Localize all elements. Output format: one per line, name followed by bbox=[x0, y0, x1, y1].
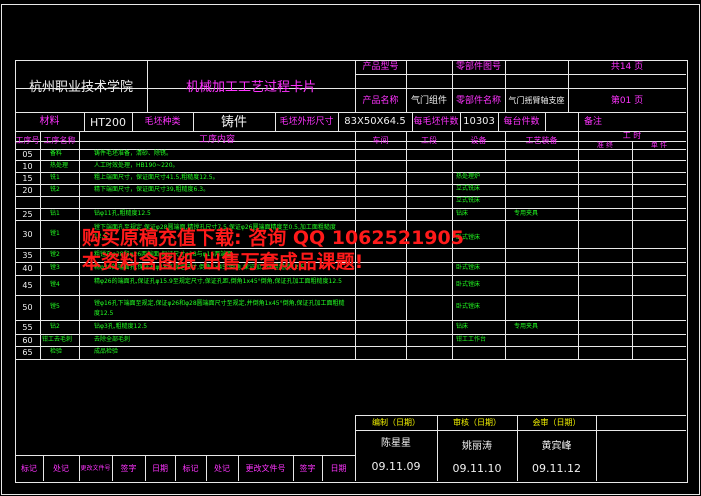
row-content: 成品检验 bbox=[94, 348, 119, 355]
per-blank-value: 10303 bbox=[463, 116, 495, 127]
row-name: 检验 bbox=[50, 348, 63, 355]
sign-label: 会审（日期） bbox=[532, 418, 581, 427]
part-name-label: 零部件名称 bbox=[455, 95, 501, 106]
reviewer-name: 姚丽涛 bbox=[462, 441, 492, 452]
material-value: HT200 bbox=[90, 115, 126, 129]
row-name: 钻1 bbox=[50, 210, 60, 217]
product-name-label: 产品名称 bbox=[362, 95, 399, 106]
row-no: 40 bbox=[22, 264, 33, 273]
col-hours: 工 时 bbox=[622, 131, 642, 140]
watermark-line-1: 购买原稿充值下载: 咨询 QQ 1062521905 bbox=[82, 227, 464, 249]
row-name: 镗5 bbox=[50, 303, 60, 310]
row-no: 30 bbox=[22, 229, 33, 239]
row-name: 镗2 bbox=[50, 251, 60, 258]
compile-label: 编制（日期） bbox=[372, 418, 420, 427]
row-name: 热处理 bbox=[50, 162, 69, 169]
row-no: 60 bbox=[22, 335, 33, 345]
school-name: 杭州职业技术学院 bbox=[28, 79, 133, 95]
row-name: 铣1 bbox=[50, 174, 60, 181]
compile-date: 09.11.09 bbox=[371, 459, 421, 473]
footer-mark: 标记 bbox=[21, 464, 37, 473]
row-name: 铣2 bbox=[50, 186, 60, 193]
footer-sign: 签字 bbox=[120, 464, 137, 473]
row-equipment: 卧式镗床 bbox=[456, 303, 481, 310]
footer-place-2: 处记 bbox=[214, 464, 230, 473]
row-equipment: 钳工工作台 bbox=[456, 336, 487, 343]
row-name: 备料 bbox=[50, 150, 63, 157]
row-content: 精下端面尺寸，保证面尺寸39,粗糙度6.3。 bbox=[94, 186, 210, 193]
row-no: 50 bbox=[22, 303, 33, 312]
blank-type-value: 铸件 bbox=[220, 114, 247, 130]
col-op-name: 工序名称 bbox=[43, 135, 76, 145]
blank-type-label: 毛坯种类 bbox=[144, 116, 181, 127]
row-content: 铸件毛坯准备，清砂、除锈。 bbox=[94, 150, 173, 157]
row-no: 20 bbox=[22, 185, 33, 195]
col-tooling: 工艺装备 bbox=[525, 135, 558, 145]
row-name: 钳工去毛刺 bbox=[42, 336, 73, 343]
row-content: 人工时效处理，HB190~220。 bbox=[94, 162, 179, 169]
footer-sign-2: 签字 bbox=[299, 464, 316, 473]
footer-date-2: 日期 bbox=[330, 464, 347, 473]
card-title: 机械加工工艺过程卡片 bbox=[185, 79, 316, 95]
row-equipment: 立式铣床 bbox=[456, 185, 481, 192]
row-content: 钻φ3孔,粗糙度12.5 bbox=[94, 323, 148, 330]
material-label: 材料 bbox=[39, 116, 60, 127]
col-op-no: 工序号 bbox=[15, 135, 40, 145]
row-name: 镗1 bbox=[50, 230, 60, 237]
row-no: 35 bbox=[22, 250, 33, 260]
per-blank-label: 每毛坯件数 bbox=[413, 116, 459, 127]
row-content: 镗φ16孔下端面至规定,保证φ26和φ28圆端面尺寸至规定,并倒角1x45°倒角… bbox=[94, 300, 345, 317]
part-no-label: 零部件图号 bbox=[455, 62, 501, 72]
blank-size-value: 83X50X64.5 bbox=[344, 116, 406, 127]
col-workshop: 车间 bbox=[372, 135, 389, 145]
row-tooling: 专用夹具 bbox=[514, 323, 539, 330]
row-no: 55 bbox=[22, 322, 33, 332]
col-section: 工段 bbox=[421, 135, 437, 145]
row-equipment: 卧式镗床 bbox=[456, 281, 481, 288]
row-equipment: 钻床 bbox=[456, 323, 469, 330]
footer-mark-2: 标记 bbox=[182, 464, 199, 473]
row-no: 25 bbox=[22, 209, 33, 219]
compiler-name: 陈星星 bbox=[381, 438, 411, 449]
review-label: 审核（日期） bbox=[453, 418, 501, 427]
row-name: 镗3 bbox=[50, 264, 60, 271]
product-model-label: 产品型号 bbox=[362, 62, 399, 72]
blank-size-label: 毛坯外形尺寸 bbox=[279, 116, 334, 127]
row-equipment: 立式铣床 bbox=[456, 197, 481, 204]
footer-change-doc: 更改文件号 bbox=[80, 465, 111, 472]
part-name: 气门摇臂轴支座 bbox=[508, 96, 565, 105]
watermark-line-2: 本资料含图纸 出售万套成品课题! bbox=[82, 251, 364, 273]
row-content: 粗上端面尺寸，保证面尺寸41.5,粗糙度12.5。 bbox=[94, 174, 219, 181]
footer-place: 处记 bbox=[53, 464, 69, 473]
row-content: 精φ26的端面孔,保证孔φ15.9至规定尺寸,保证孔距,倒角1x45°倒角,保证… bbox=[94, 278, 342, 285]
row-equipment: 钻床 bbox=[456, 210, 469, 217]
per-unit-label: 每台件数 bbox=[503, 116, 540, 127]
total-pages: 共14 页 bbox=[610, 62, 644, 72]
footer-date: 日期 bbox=[152, 464, 168, 473]
row-equipment: 卧式镗床 bbox=[456, 264, 481, 271]
col-op-content: 工序内容 bbox=[198, 135, 235, 145]
row-name: 镗4 bbox=[50, 281, 60, 288]
row-equipment: 热处理炉 bbox=[456, 173, 481, 180]
sign-date: 09.11.12 bbox=[532, 461, 581, 475]
row-content: 钻φ11孔,粗糙度12.5 bbox=[94, 210, 151, 217]
row-no: 15 bbox=[22, 173, 33, 183]
row-no: 10 bbox=[22, 161, 33, 171]
row-no: 65 bbox=[22, 348, 33, 357]
row-name: 钻2 bbox=[50, 323, 60, 330]
remark-label: 备注 bbox=[583, 116, 602, 127]
col-prep-final: 准 终 bbox=[596, 140, 614, 149]
col-unit: 单 件 bbox=[650, 140, 668, 149]
row-no: 05 bbox=[22, 150, 33, 159]
signer-name: 黄宾峰 bbox=[541, 441, 572, 452]
col-equipment: 设备 bbox=[470, 135, 487, 145]
review-date: 09.11.10 bbox=[452, 461, 502, 475]
row-content: 去除全部毛刺 bbox=[94, 336, 131, 343]
row-tooling: 专用夹具 bbox=[514, 210, 539, 217]
page-number: 第01 页 bbox=[610, 95, 644, 106]
product-name: 气门组件 bbox=[410, 95, 447, 106]
row-no: 45 bbox=[22, 280, 33, 290]
footer-change-doc-2: 更改文件号 bbox=[245, 464, 286, 473]
